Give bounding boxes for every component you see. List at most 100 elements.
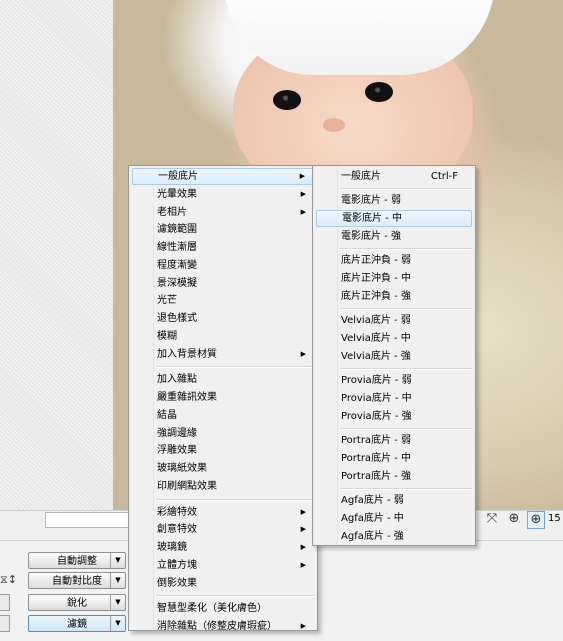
menu-item[interactable]: 濾鏡範圍 [132,221,314,238]
filter-label: 濾鏡 [67,619,87,630]
menu-item[interactable]: 玻璃鏡 ▶ [132,539,314,556]
left-pane-background [0,0,113,510]
menu-item[interactable]: 加入雜點 [132,371,314,388]
sharpen-button[interactable]: 銳化 ▼ [28,594,126,611]
menu-item-label: 強調邊緣 [157,427,197,439]
menu-item[interactable]: 彩繪特效 ▶ [132,504,314,521]
menu-item[interactable]: 消除雜點（修整皮膚瑕疵） ▶ [132,618,314,635]
menu-item[interactable]: Agfa底片 - 中 [316,510,472,527]
menu-item[interactable]: 創意特效 ▶ [132,521,314,538]
menu-item[interactable]: Agfa底片 - 強 [316,528,472,545]
auto-adjust-button[interactable]: 自動調整 ▼ [28,552,126,569]
menu-item-label: 電影底片 - 弱 [341,195,401,206]
menu-item[interactable]: 老相片 ▶ [132,204,314,221]
sharpen-label: 銳化 [67,598,87,609]
menu-item[interactable]: Velvia底片 - 弱 [316,312,472,329]
submenu-arrow-icon: ▶ [300,349,306,358]
menu-item[interactable]: Agfa底片 - 弱 [316,492,472,509]
left-stub-button[interactable] [0,615,10,632]
menu-item[interactable]: 光暈效果 ▶ [132,186,314,203]
auto-contrast-label: 自動對比度 [52,576,102,587]
filter-menu: 一般底片 ▶ 光暈效果 ▶ 老相片 ▶ 濾鏡範圍 線性漸層 程度漸變 景深模擬 光芒 退色樣式 模糊 加入… [128,165,318,632]
menu-item[interactable]: 結晶 [132,407,314,424]
menu-item-label: Provia底片 - 強 [341,411,412,422]
photo-eye-left [273,90,301,110]
menu-item[interactable]: 線性漸層 [132,239,314,256]
menu-item[interactable]: 倒影效果 [132,575,314,592]
auto-adjust-label: 自動調整 [57,556,97,567]
dropdown-arrow-icon[interactable]: ▼ [110,573,125,588]
menu-item[interactable]: Provia底片 - 中 [316,390,472,407]
menu-item[interactable]: Portra底片 - 強 [316,468,472,485]
menu-item-label: Agfa底片 - 強 [341,531,404,542]
menu-item[interactable]: Provia底片 - 強 [316,408,472,425]
menu-item-label: Agfa底片 - 中 [341,513,404,524]
menu-separator [340,308,472,310]
dropdown-arrow-icon[interactable]: ▼ [110,553,125,568]
submenu-arrow-icon: ▶ [300,622,306,630]
menu-item[interactable]: 立體方塊 ▶ [132,557,314,574]
left-stub-button[interactable] [0,594,10,611]
menu-item-label: 浮雕效果 [157,445,197,457]
menu-item[interactable]: 底片正沖負 - 中 [316,270,472,287]
menu-item-label: Portra底片 - 強 [341,471,412,482]
menu-item[interactable]: Velvia底片 - 強 [316,348,472,365]
menu-item[interactable]: 光芒 [132,292,314,309]
menu-item[interactable]: 模糊 [132,328,314,345]
menu-item-label: 光暈效果 [157,188,197,200]
menu-item[interactable]: Portra底片 - 中 [316,450,472,467]
menu-item[interactable]: 電影底片 - 中 [316,210,472,227]
menu-item[interactable]: 一般底片 Ctrl-F [316,168,472,185]
menu-item-label: Agfa底片 - 弱 [341,495,404,506]
menu-item[interactable]: 嚴重雜訊效果 [132,389,314,406]
submenu-arrow-icon: ▶ [300,507,306,516]
film-submenu: 一般底片 Ctrl-F 電影底片 - 弱電影底片 - 中電影底片 - 強底片正沖負 … [312,165,476,546]
submenu-arrow-icon: ▶ [300,207,306,216]
menu-item[interactable]: 景深模擬 [132,275,314,292]
menu-separator [340,188,472,190]
menu-separator [340,428,472,430]
menu-item-label: 底片正沖負 - 強 [341,291,411,302]
menu-item[interactable]: Velvia底片 - 中 [316,330,472,347]
menu-item[interactable]: 程度漸變 [132,257,314,274]
menu-item[interactable]: 智慧型柔化（美化膚色） [132,600,314,617]
menu-item-label: 模糊 [157,330,177,342]
menu-item[interactable]: 底片正沖負 - 強 [316,288,472,305]
menu-item[interactable]: 強調邊緣 [132,425,314,442]
dropdown-arrow-icon[interactable]: ▼ [110,595,125,610]
menu-item[interactable]: 印刷網點效果 [132,478,314,495]
filter-button[interactable]: 濾鏡 ▼ [28,615,126,632]
dropdown-arrow-icon[interactable]: ▼ [110,616,125,631]
menu-separator [156,498,314,501]
fit-screen-icon[interactable]: ⤧ [484,511,500,527]
menu-item[interactable]: Provia底片 - 弱 [316,372,472,389]
menu-item-label: 一般底片 [158,171,198,182]
menu-item-label: 老相片 [157,206,187,218]
auto-contrast-button[interactable]: 自動對比度 ▼ [28,572,126,589]
menu-item[interactable]: 加入背景材質 ▶ [132,346,314,363]
menu-item[interactable]: 玻璃紙效果 [132,460,314,477]
menu-separator [340,488,472,490]
menu-item-shortcut: Ctrl-F [430,171,458,182]
menu-separator [156,595,314,598]
submenu-arrow-icon: ▶ [300,525,306,534]
menu-item[interactable]: 浮雕效果 [132,442,314,459]
menu-item[interactable]: 一般底片 ▶ [132,168,314,185]
zoom-in-icon[interactable]: ⊕ [506,511,522,527]
menu-item-label: 嚴重雜訊效果 [157,392,217,403]
menu-item-label: Portra底片 - 弱 [341,435,412,446]
menu-item[interactable]: 電影底片 - 強 [316,228,472,245]
menu-item-label: 玻璃鏡 [157,542,187,553]
menu-item[interactable]: 電影底片 - 弱 [316,192,472,209]
menu-item[interactable]: Portra底片 - 弱 [316,432,472,449]
menu-item[interactable]: 退色樣式 [132,310,314,327]
menu-item-label: Provia底片 - 弱 [341,375,412,386]
submenu-arrow-icon: ▶ [300,543,306,551]
menu-item-label: Velvia底片 - 中 [341,333,411,344]
menu-separator [156,366,314,369]
menu-item[interactable]: 底片正沖負 - 弱 [316,252,472,269]
menu-item-label: 線性漸層 [157,242,197,253]
menu-item-label: 彩繪特效 [157,506,197,518]
zoom-icon[interactable]: ⊕ [527,511,545,529]
menu-item-label: 加入雜點 [157,374,197,386]
